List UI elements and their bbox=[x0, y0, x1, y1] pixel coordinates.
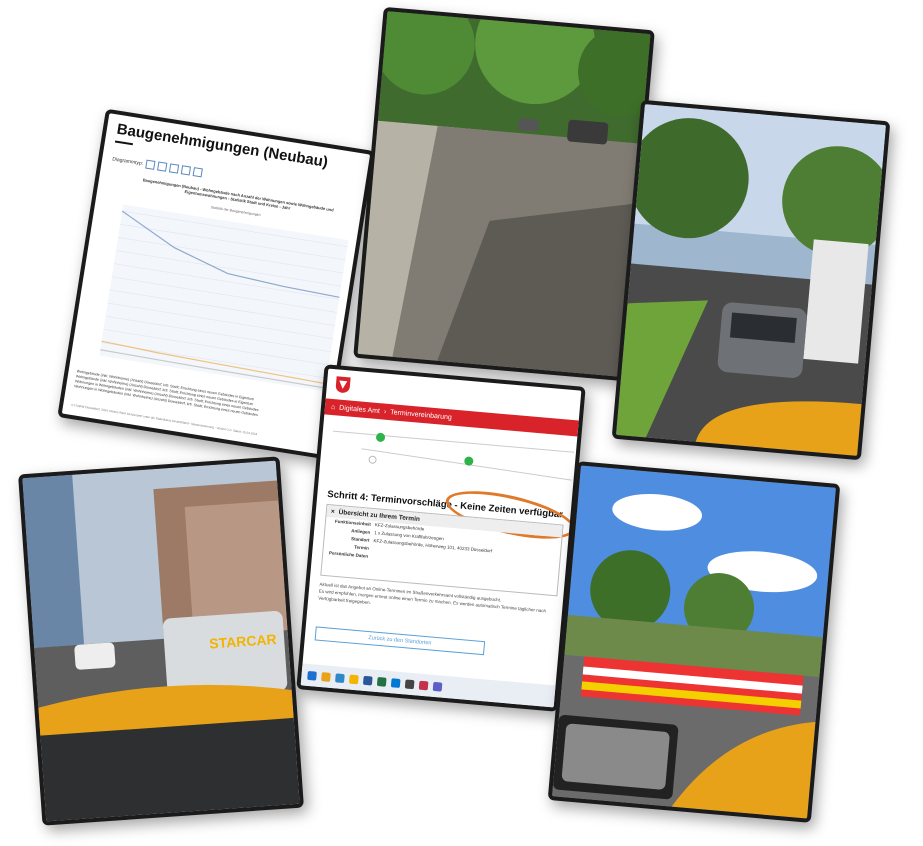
cracked-road-image bbox=[357, 11, 651, 377]
step-complete-icon bbox=[376, 432, 386, 442]
line-chart-icon[interactable] bbox=[145, 159, 156, 170]
close-icon[interactable]: × bbox=[331, 508, 335, 515]
windows-start-icon[interactable] bbox=[307, 670, 317, 681]
city-coat-of-arms-icon bbox=[335, 376, 351, 393]
home-icon[interactable]: ⌂ bbox=[331, 403, 336, 410]
pdf-icon[interactable] bbox=[418, 680, 429, 690]
table-icon[interactable] bbox=[180, 165, 192, 176]
teams-icon[interactable] bbox=[432, 681, 443, 692]
back-to-locations-button[interactable]: Zurück zu den Standorten bbox=[314, 626, 486, 656]
windows-taskbar bbox=[300, 663, 556, 708]
photo-cracked-road bbox=[353, 6, 655, 382]
bar-chart-icon[interactable] bbox=[169, 163, 180, 174]
appointment-screenshot-card: ⌂ Digitales Amt › Terminvereinbarung Sch… bbox=[296, 364, 586, 712]
outlook-icon[interactable] bbox=[390, 677, 401, 688]
chart-type-label: Diagrammtyp: bbox=[111, 155, 144, 167]
step-pending-icon bbox=[368, 455, 377, 464]
chrome-icon[interactable] bbox=[321, 671, 331, 682]
photo-traffic-jam bbox=[611, 99, 891, 461]
area-chart-icon[interactable] bbox=[157, 161, 168, 172]
app-icon[interactable] bbox=[404, 678, 415, 689]
breadcrumb-separator: › bbox=[383, 408, 387, 416]
excel-icon[interactable] bbox=[376, 676, 387, 687]
download-icon[interactable] bbox=[192, 167, 204, 178]
breadcrumb-item-digital[interactable]: Digitales Amt bbox=[339, 404, 380, 415]
construction-barriers-image bbox=[552, 465, 836, 819]
photo-city-street: STARCAR bbox=[18, 456, 304, 826]
photo-construction-barriers bbox=[547, 461, 841, 823]
traffic-jam-image bbox=[615, 104, 887, 456]
breadcrumb-item-appointment[interactable]: Terminvereinbarung bbox=[390, 409, 452, 421]
title-underline bbox=[114, 140, 133, 146]
chart-type-toolbar: Diagrammtyp: bbox=[111, 154, 204, 178]
edge-icon[interactable] bbox=[335, 672, 345, 683]
plot-area bbox=[99, 204, 349, 392]
folder-icon[interactable] bbox=[349, 674, 359, 684]
word-icon[interactable] bbox=[362, 675, 373, 686]
city-street-image: STARCAR bbox=[22, 460, 300, 822]
